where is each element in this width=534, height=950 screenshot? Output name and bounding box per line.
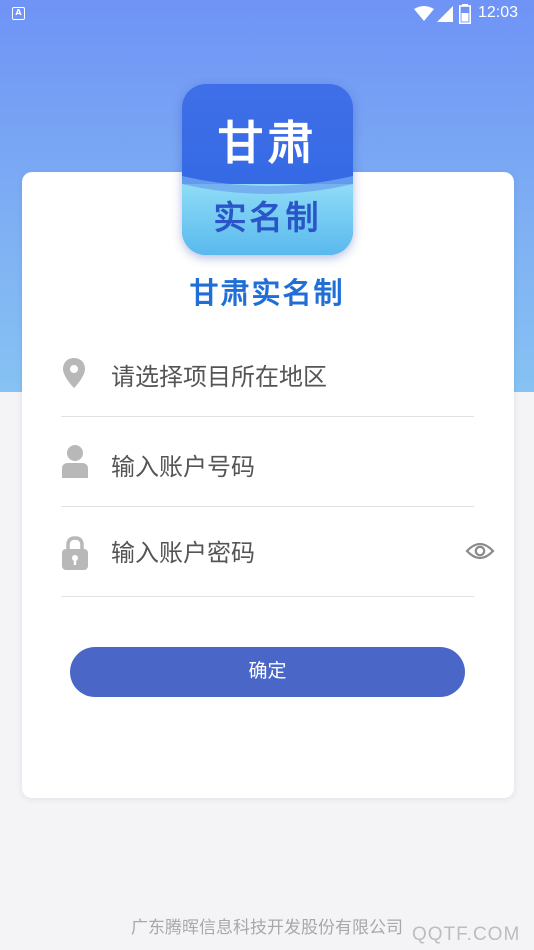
account-input[interactable]: 输入账户号码 (61, 417, 474, 507)
region-selector-placeholder: 请选择项目所在地区 (111, 363, 327, 391)
signal-icon (437, 6, 453, 22)
app-title: 甘肃实名制 (189, 276, 345, 310)
user-icon (62, 445, 88, 478)
confirm-button[interactable]: 确定 (70, 647, 465, 697)
watermark: QQTF.COM (412, 924, 521, 945)
region-selector[interactable]: 请选择项目所在地区 (61, 327, 474, 417)
status-bar: A 12:03 (0, 0, 534, 28)
account-input-placeholder: 输入账户号码 (111, 453, 255, 481)
app-notification-icon: A (12, 7, 25, 20)
password-input-placeholder: 输入账户密码 (111, 539, 255, 567)
password-input[interactable]: 输入账户密码 (61, 507, 474, 597)
status-time: 12:03 (478, 4, 519, 21)
battery-icon (459, 4, 471, 24)
show-password-eye-icon[interactable] (465, 540, 495, 562)
location-pin-icon (63, 358, 85, 388)
app-logo: 甘肃 实名制 (182, 84, 353, 255)
lock-icon (62, 536, 88, 570)
logo-wave-decoration (182, 176, 353, 194)
wifi-icon (414, 6, 434, 21)
